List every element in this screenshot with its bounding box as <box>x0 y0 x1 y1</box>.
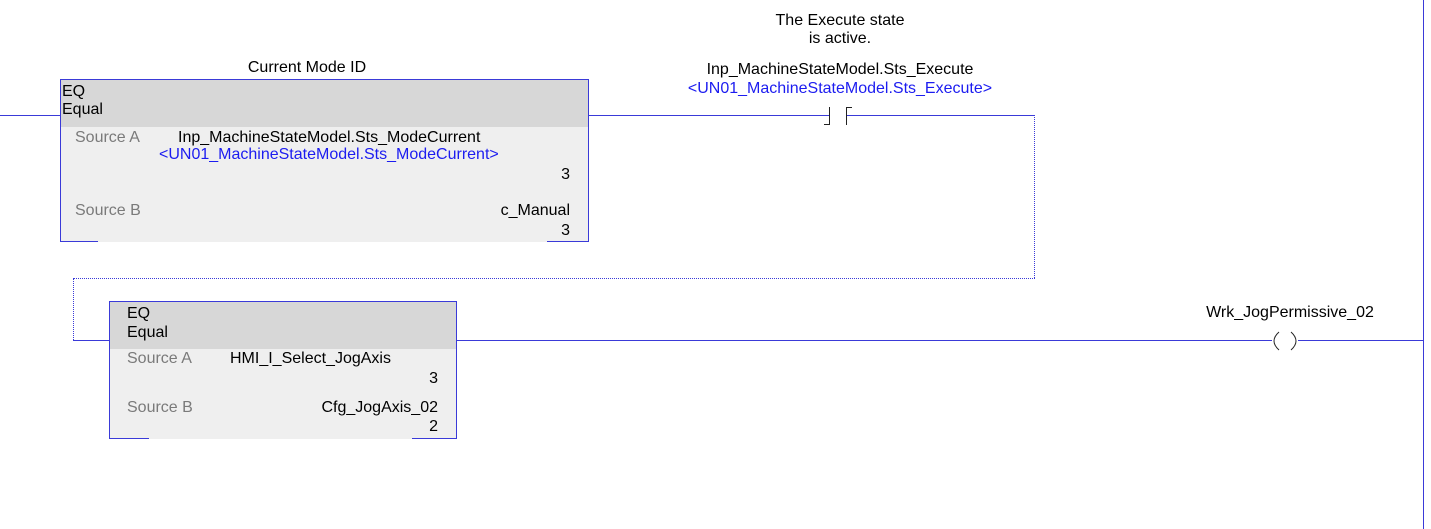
eq2-name: Equal <box>127 324 168 341</box>
eq1-mnemonic: EQ <box>62 83 86 100</box>
eq1-comment: Current Mode ID <box>247 59 367 76</box>
eq1-source-a-tag[interactable]: Inp_MachineStateModel.Sts_ModeCurrent <box>178 129 480 147</box>
rung1-wire-contact-to-branch <box>856 115 1034 116</box>
ote-coil-symbol[interactable] <box>1265 331 1305 351</box>
eq1-header <box>60 79 589 127</box>
eq1-source-a-value: 3 <box>561 166 570 183</box>
xic-alias[interactable]: <UN01_MachineStateModel.Sts_Execute> <box>610 80 1070 98</box>
eq2-bottom-left <box>109 438 149 439</box>
branch-right-vertical <box>1034 115 1035 278</box>
eq1-source-b-tag[interactable]: c_Manual <box>440 202 570 220</box>
eq2-source-b-tag[interactable]: Cfg_JogAxis_02 <box>268 399 438 417</box>
right-power-rail <box>1423 0 1424 529</box>
xic-comment-line1: The Execute state <box>775 12 905 29</box>
rung2-wire-into-eq <box>73 340 109 341</box>
eq1-source-a-label: Source A <box>75 129 140 146</box>
rung1-left-wire <box>0 115 60 116</box>
eq1-bottom-right <box>547 241 589 242</box>
eq2-source-a-tag[interactable]: HMI_I_Select_JogAxis <box>230 350 391 368</box>
eq1-bottom-left <box>60 241 98 242</box>
eq1-source-b-label: Source B <box>75 202 141 219</box>
eq1-name: Equal <box>62 101 103 118</box>
ote-tag[interactable]: Wrk_JogPermissive_02 <box>1160 304 1420 322</box>
eq2-source-a-value: 3 <box>429 370 438 387</box>
branch-horizontal <box>73 278 1035 279</box>
eq2-mnemonic: EQ <box>127 305 151 322</box>
eq2-bottom-right <box>412 438 457 439</box>
eq2-source-b-value: 2 <box>429 418 438 435</box>
xic-comment-line2: is active. <box>808 30 872 47</box>
eq2-source-b-label: Source B <box>127 399 193 416</box>
xic-tag[interactable]: Inp_MachineStateModel.Sts_Execute <box>640 61 1040 79</box>
eq1-source-b-value: 3 <box>561 222 570 239</box>
eq1-source-a-alias[interactable]: <UN01_MachineStateModel.Sts_ModeCurrent> <box>159 146 499 164</box>
xic-contact-symbol[interactable] <box>820 106 856 126</box>
rung1-wire-eq-to-contact <box>589 115 821 116</box>
eq2-source-a-label: Source A <box>127 350 192 367</box>
rung2-wire-eq-to-coil <box>457 340 1266 341</box>
branch-left-vertical <box>73 278 74 340</box>
rung2-wire-coil-to-rail <box>1305 340 1423 341</box>
